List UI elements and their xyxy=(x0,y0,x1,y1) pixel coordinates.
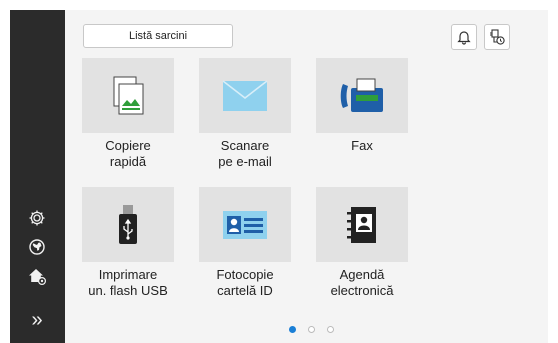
double-chevron-right-icon[interactable]: » xyxy=(22,307,52,333)
tile-id-card-copy[interactable]: Fotocopie cartelă ID xyxy=(187,187,303,299)
task-list-label: Listă sarcini xyxy=(128,30,188,42)
settings-gear-icon[interactable] xyxy=(22,205,52,231)
tile-label-line1: Agendă xyxy=(339,267,385,282)
quick-copy-icon xyxy=(82,58,174,133)
tile-label-line2: electronică xyxy=(330,283,394,298)
page-dot-2[interactable] xyxy=(308,326,315,333)
id-card-icon xyxy=(199,187,291,262)
tile-label-line1: Scanare xyxy=(220,138,270,153)
left-sidebar: » xyxy=(10,10,65,343)
address-book-icon xyxy=(316,187,408,262)
expand-glyph: » xyxy=(31,308,43,331)
tile-fax[interactable]: Fax xyxy=(304,58,420,154)
tile-label-line2: pe e-mail xyxy=(218,154,272,169)
tile-address-book[interactable]: Agendă electronică xyxy=(304,187,420,299)
tile-label-line1: Fotocopie xyxy=(216,267,274,282)
tile-label-line1: Imprimare xyxy=(98,267,158,282)
tile-label-line1: Copiere xyxy=(105,138,151,153)
task-list-button[interactable]: Listă sarcini xyxy=(83,24,233,48)
tile-label-line2: un. flash USB xyxy=(88,283,168,298)
envelope-icon xyxy=(199,58,291,133)
tile-label-line2: cartelă ID xyxy=(217,283,273,298)
globe-icon[interactable] xyxy=(22,234,52,260)
bell-icon[interactable] xyxy=(451,24,477,50)
tile-quick-copy[interactable]: Copiere rapidă xyxy=(70,58,186,170)
usb-drive-icon xyxy=(82,187,174,262)
tile-label-line2: rapidă xyxy=(109,154,147,169)
page-dot-3[interactable] xyxy=(327,326,334,333)
home-settings-icon[interactable] xyxy=(22,263,52,289)
fax-icon xyxy=(316,58,408,133)
tile-usb-print[interactable]: Imprimare un. flash USB xyxy=(70,187,186,299)
tile-label-line1: Fax xyxy=(351,138,373,153)
page-indicator[interactable] xyxy=(289,326,334,333)
main-panel: Listă sarcini Copiere rapidă Scanare pe … xyxy=(65,10,548,343)
tile-scan-to-email[interactable]: Scanare pe e-mail xyxy=(187,58,303,170)
device-status-icon[interactable] xyxy=(484,24,510,50)
page-dot-1[interactable] xyxy=(289,326,296,333)
